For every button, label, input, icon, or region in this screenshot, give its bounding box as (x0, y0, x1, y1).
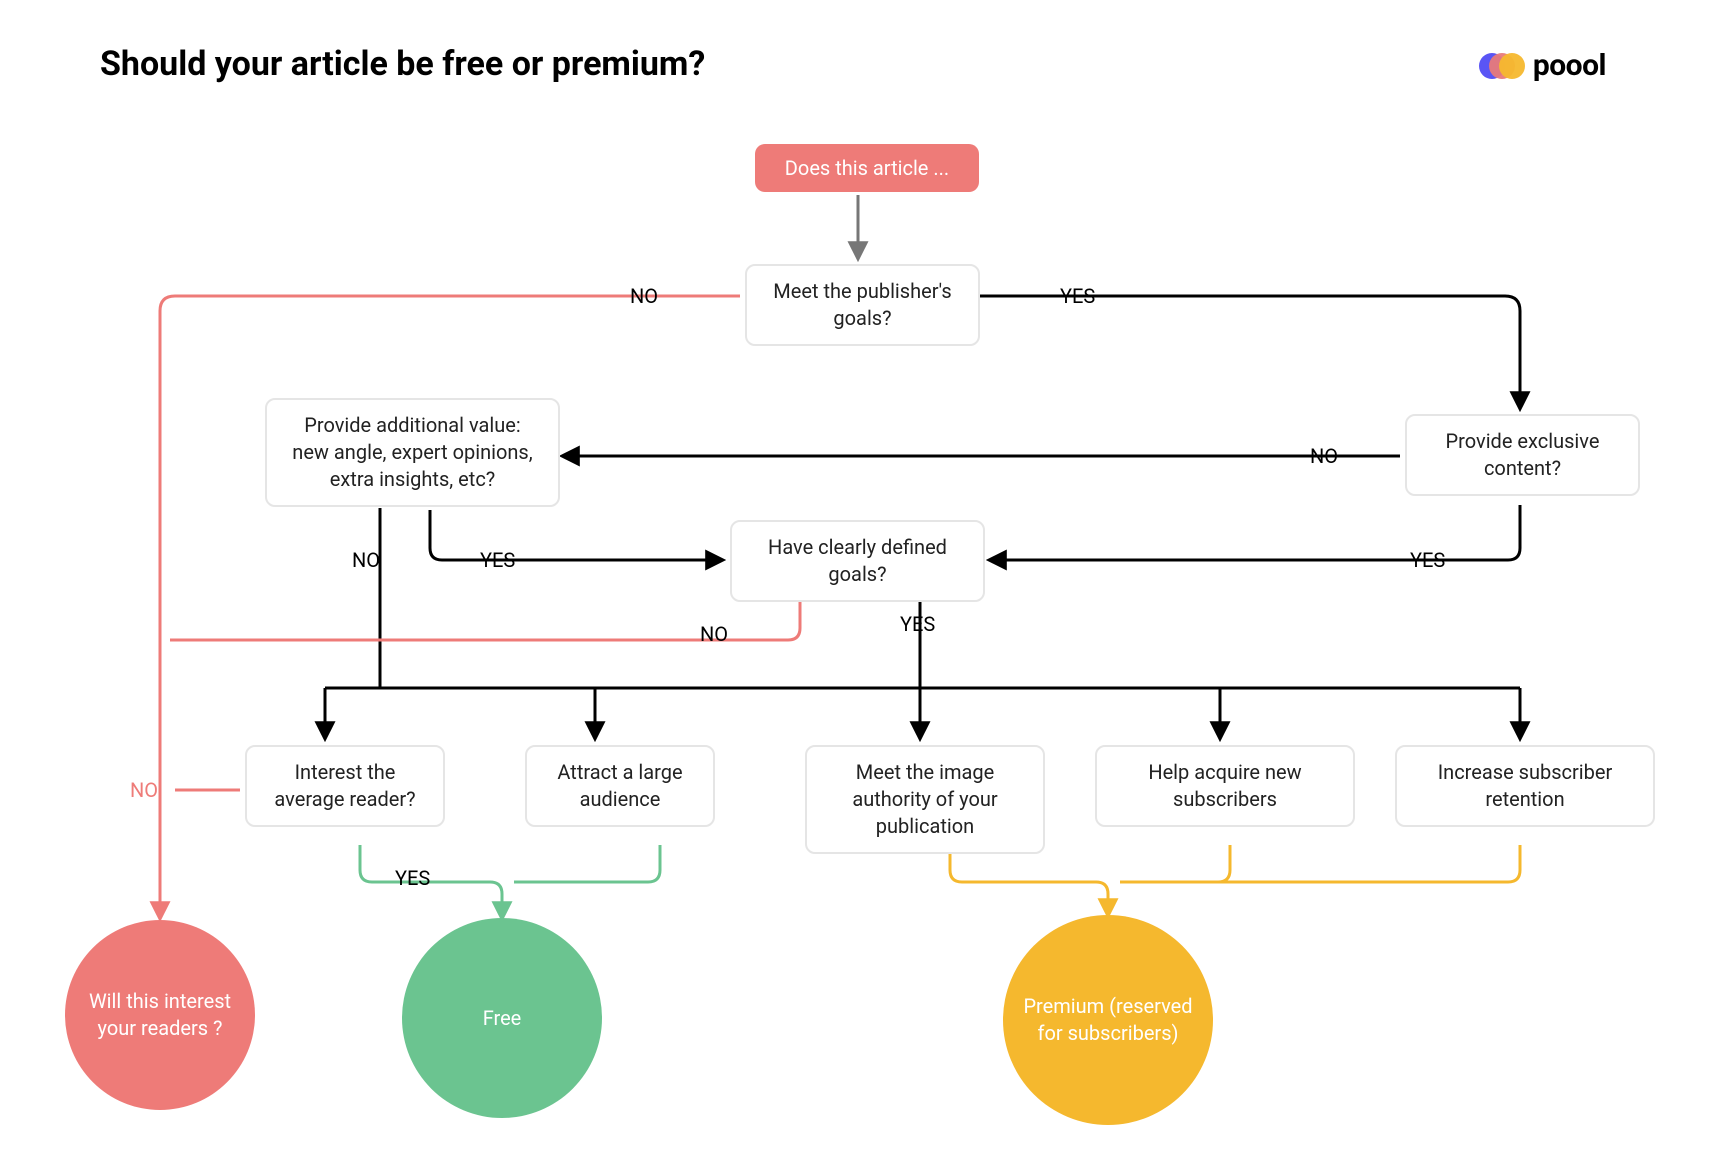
node-additional-value: Provide additional value: new angle, exp… (265, 398, 560, 507)
brand-logo: poool (1479, 48, 1606, 83)
node-defined-goals: Have clearly defined goals? (730, 520, 985, 602)
node-exclusive: Provide exclusive content? (1405, 414, 1640, 496)
node-meet-goals: Meet the publisher's goals? (745, 264, 980, 346)
page-title: Should your article be free or premium? (100, 44, 705, 84)
label-no: NO (700, 622, 728, 646)
label-no: NO (130, 778, 158, 802)
node-image-authority: Meet the image authority of your publica… (805, 745, 1045, 854)
logo-icon (1479, 52, 1523, 80)
label-no: NO (352, 548, 380, 572)
label-yes: YES (1410, 548, 1445, 572)
label-no: NO (1310, 444, 1338, 468)
label-yes: YES (480, 548, 515, 572)
node-start: Does this article ... (755, 144, 979, 192)
brand-name: poool (1533, 48, 1606, 83)
node-interest-reader: Interest the average reader? (245, 745, 445, 827)
outcome-interest-readers: Will this interest your readers ? (65, 920, 255, 1110)
outcome-free: Free (402, 918, 602, 1118)
node-retention: Increase subscriber retention (1395, 745, 1655, 827)
label-yes: YES (395, 866, 430, 890)
label-yes: YES (900, 612, 935, 636)
outcome-premium: Premium (reserved for subscribers) (1003, 915, 1213, 1125)
label-no: NO (630, 284, 658, 308)
label-yes: YES (1060, 284, 1095, 308)
flowchart: Should your article be free or premium? … (0, 0, 1716, 1158)
node-acquire-subs: Help acquire new subscribers (1095, 745, 1355, 827)
node-large-audience: Attract a large audience (525, 745, 715, 827)
